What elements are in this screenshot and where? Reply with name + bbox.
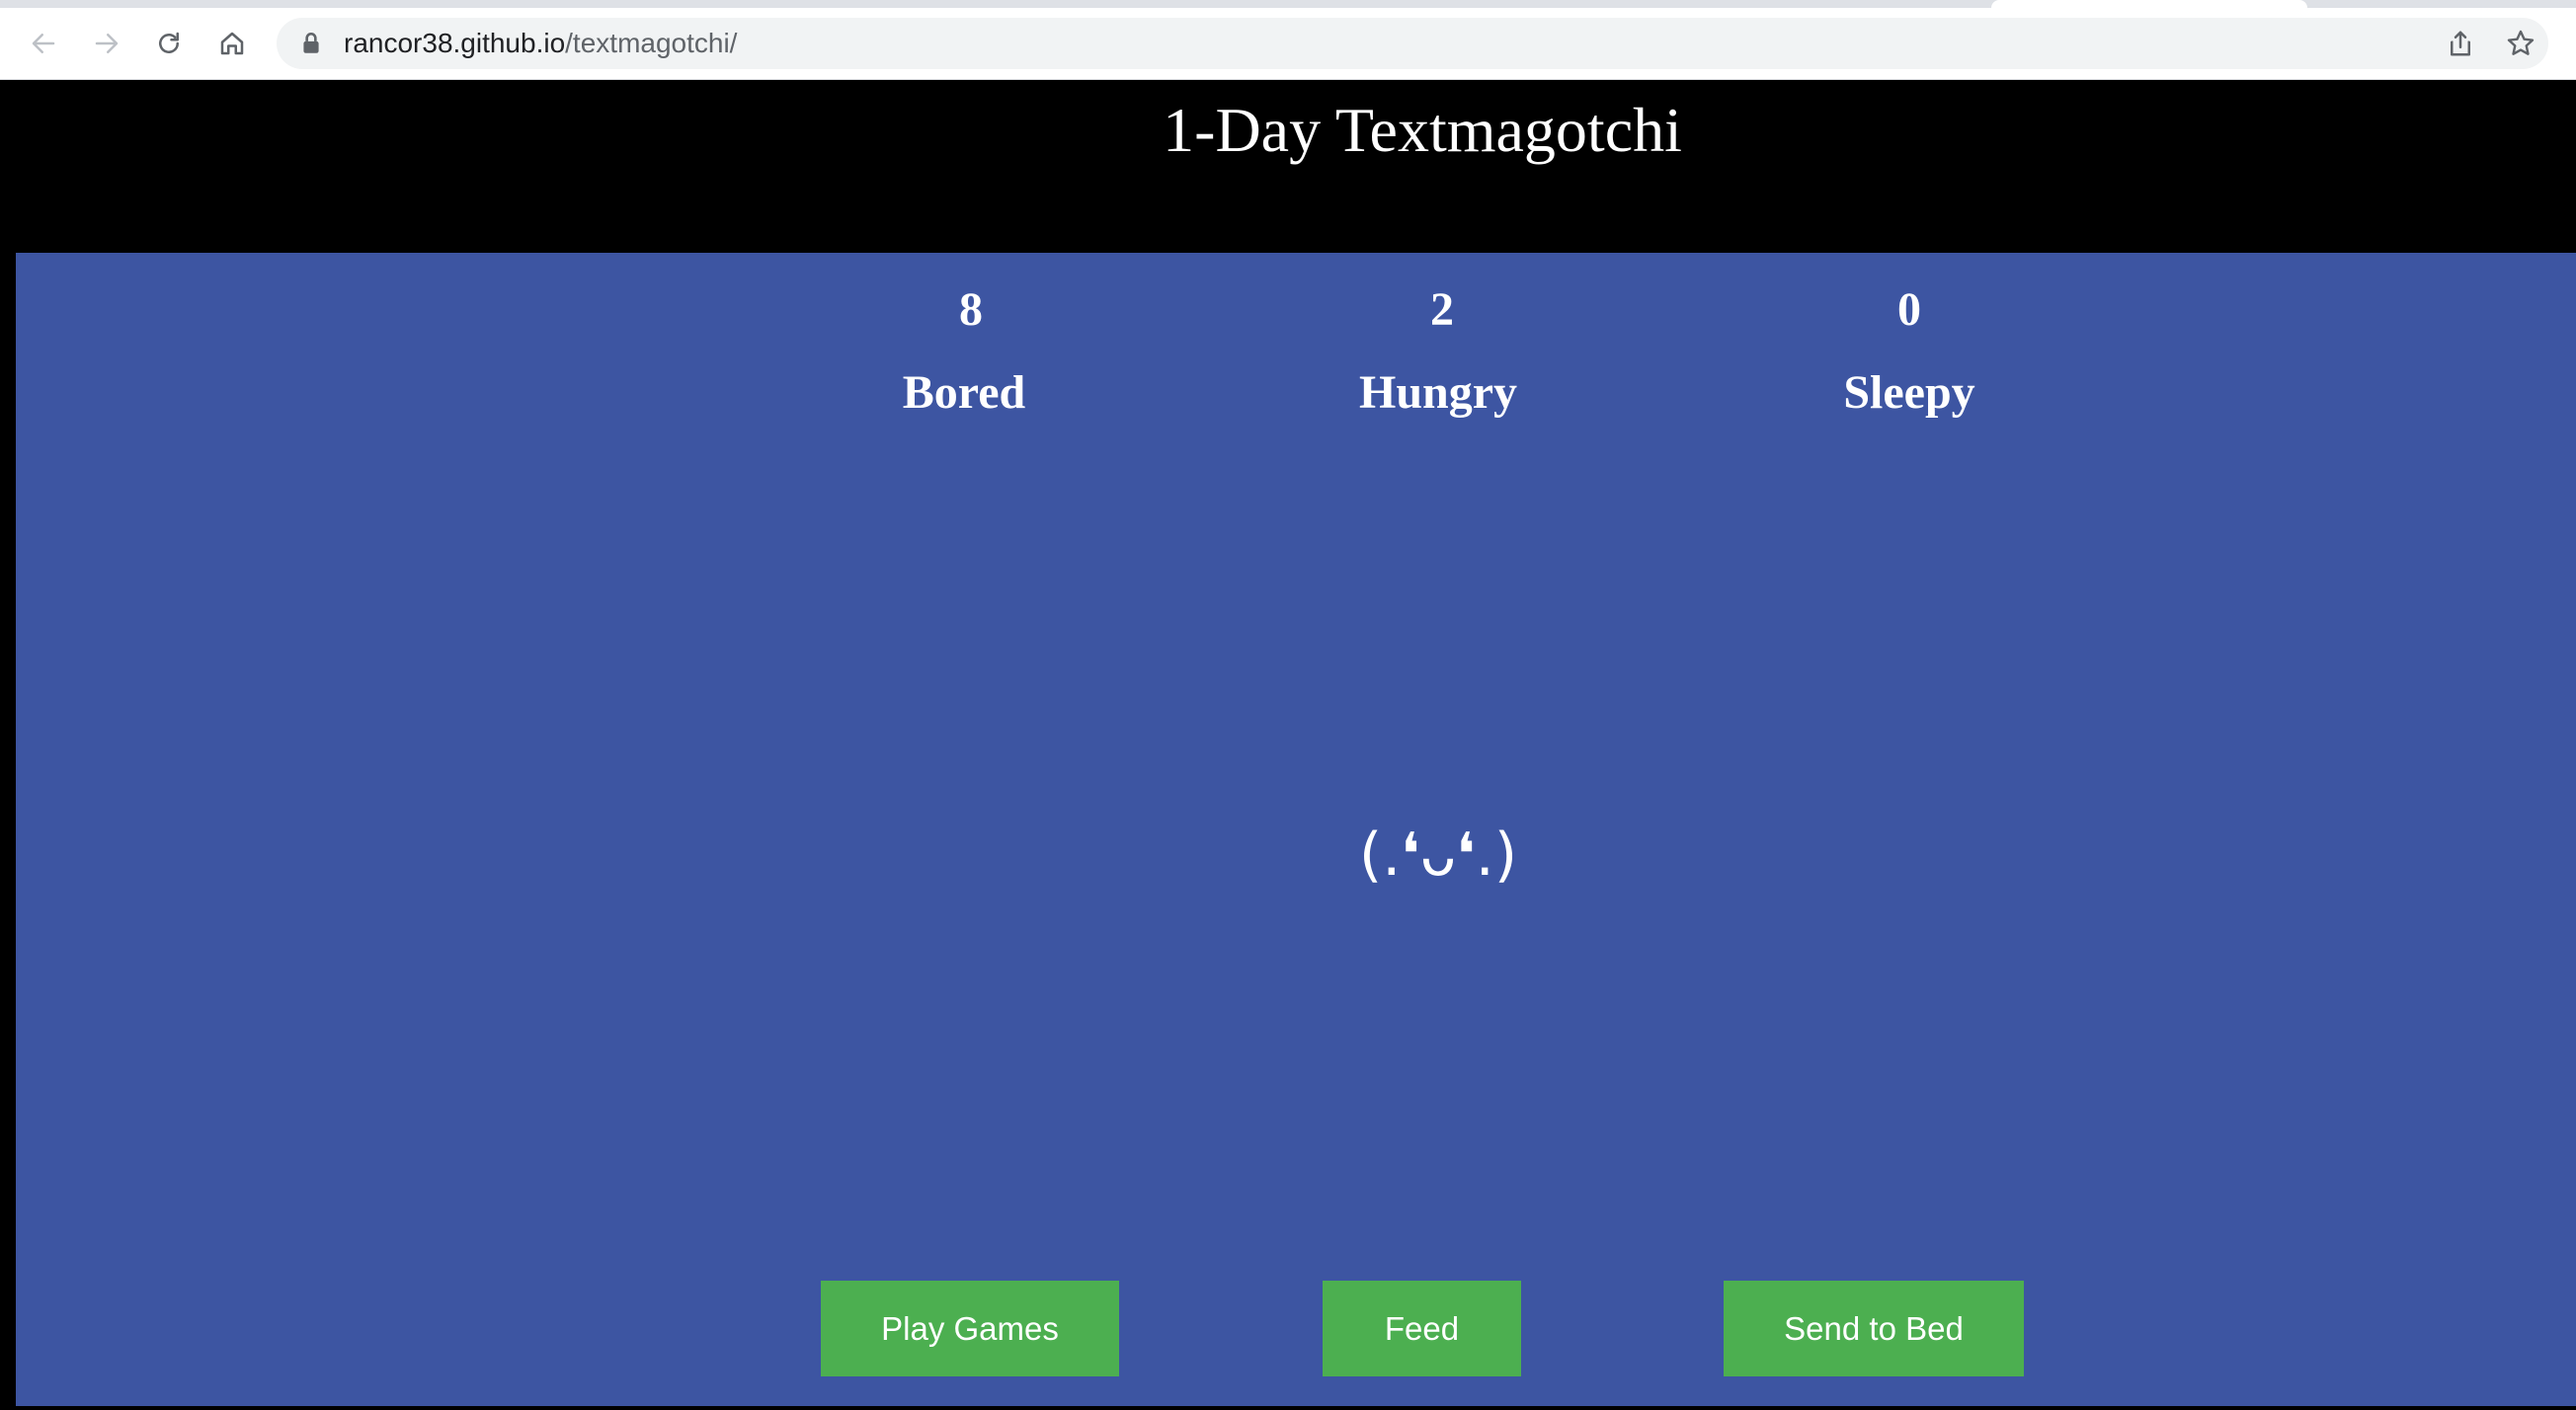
browser-toolbar: rancor38.github.io/textmagotchi/ <box>0 8 2576 80</box>
home-button[interactable] <box>210 22 254 65</box>
sleepy-label: Sleepy <box>1843 366 1975 419</box>
bored-value: 8 <box>959 283 983 336</box>
stat-bored: 8 Bored <box>786 282 1142 421</box>
hungry-value: 2 <box>1430 283 1454 336</box>
tab-strip <box>0 0 2576 8</box>
page-title: 1-Day Textmagotchi <box>1163 95 1682 165</box>
send-to-bed-button[interactable]: Send to Bed <box>1724 1281 2024 1376</box>
play-games-button[interactable]: Play Games <box>821 1281 1119 1376</box>
bottom-border <box>0 1406 2576 1410</box>
back-icon <box>32 34 55 53</box>
reload-icon <box>159 32 179 53</box>
bookmark-star-icon[interactable] <box>2505 28 2536 59</box>
forward-button[interactable] <box>85 22 128 65</box>
header: 1-Day Textmagotchi <box>0 80 2576 253</box>
sleepy-value: 0 <box>1897 283 1921 336</box>
hungry-label: Hungry <box>1358 366 1518 419</box>
pet-face: (.❛ᴗ❛.) <box>1358 821 1518 890</box>
address-bar[interactable]: rancor38.github.io/textmagotchi/ <box>277 18 2548 69</box>
page: 1-Day Textmagotchi 8 Bored 2 Hungry 0 Sl… <box>0 80 2576 1410</box>
stat-sleepy: 0 Sleepy <box>1731 282 2087 421</box>
url-domain: rancor38.github.io <box>344 28 566 58</box>
feed-button[interactable]: Feed <box>1323 1281 1521 1376</box>
stat-hungry: 2 Hungry <box>1260 282 1616 421</box>
reload-button[interactable] <box>147 22 191 65</box>
forward-icon <box>95 34 119 53</box>
home-icon <box>220 32 244 55</box>
share-icon[interactable] <box>2446 29 2475 58</box>
url-text[interactable]: rancor38.github.io/textmagotchi/ <box>344 18 737 69</box>
back-button[interactable] <box>22 22 65 65</box>
bored-label: Bored <box>902 366 1026 419</box>
game-area: 8 Bored 2 Hungry 0 Sleepy (.❛ᴗ❛.) Play G… <box>16 253 2576 1406</box>
active-tab[interactable] <box>1991 0 2307 8</box>
url-path: /textmagotchi/ <box>565 28 738 58</box>
lock-icon[interactable] <box>298 31 324 56</box>
